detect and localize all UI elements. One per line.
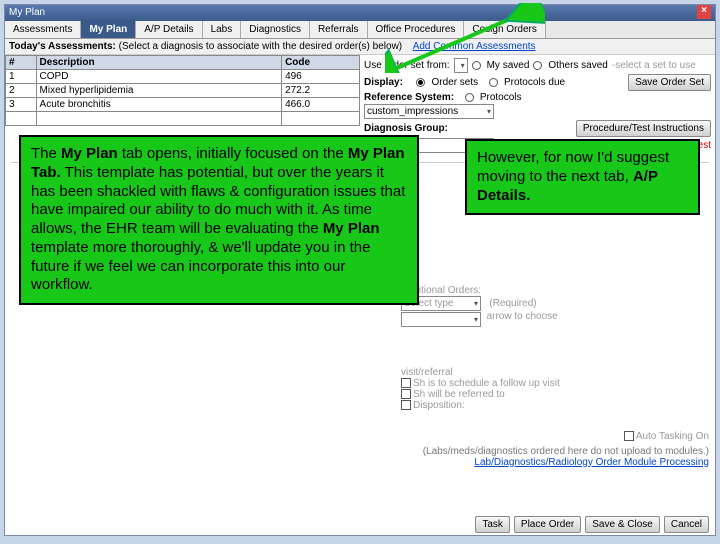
callout-main: The My Plan tab opens, initially focused… [19, 135, 419, 305]
referred-checkbox[interactable] [401, 389, 411, 399]
order-module-link[interactable]: Lab/Diagnostics/Radiology Order Module P… [474, 457, 709, 468]
procedure-instructions-button[interactable]: Procedure/Test Instructions [576, 120, 711, 137]
close-icon[interactable]: × [697, 5, 711, 19]
auto-task-checkbox[interactable] [624, 431, 634, 441]
orderset-row: Use order set from: ▾ My saved Others sa… [364, 58, 711, 73]
upload-note: (Labs/meds/diagnostics ordered here do n… [11, 446, 709, 457]
additional-orders-label: Additional Orders: [401, 285, 709, 296]
refsys-combo[interactable]: custom_impressions▾ [364, 104, 494, 119]
disposition-checkbox[interactable] [401, 400, 411, 410]
choose-combo[interactable]: ▾ [401, 312, 481, 327]
display-row: Display: Order sets Protocols due Save O… [364, 74, 711, 91]
radio-order-sets-label: Order sets [431, 77, 478, 88]
place-order-button[interactable]: Place Order [514, 516, 581, 533]
tab-office-procedures[interactable]: Office Procedures [368, 21, 465, 38]
window-title: My Plan [9, 5, 45, 21]
assessments-header: Today's Assessments: (Select a diagnosis… [5, 39, 715, 55]
save-close-button[interactable]: Save & Close [585, 516, 660, 533]
tab-assessments[interactable]: Assessments [5, 21, 81, 38]
radio-protocols[interactable] [465, 93, 474, 102]
refsys-row: Reference System: Protocols [364, 92, 711, 103]
radio-protocols-due[interactable] [489, 78, 498, 87]
radio-my-saved[interactable] [472, 61, 481, 70]
assessments-table: #DescriptionCode 1COPD4962Mixed hyperlip… [5, 55, 360, 126]
assessments-hint: (Select a diagnosis to associate with th… [119, 41, 402, 52]
select-set-hint: -select a set to use [612, 60, 696, 71]
bottom-button-bar: Task Place Order Save & Close Cancel [475, 516, 709, 533]
radio-protocols-label: Protocols [480, 92, 522, 103]
add-common-assessments-link[interactable]: Add Common Assessments [413, 41, 536, 52]
col-header: Code [282, 56, 360, 70]
table-row[interactable]: 3Acute bronchitis466.0 [6, 98, 360, 112]
followup-label: Sh is to schedule a follow up visit [413, 378, 560, 389]
orderset-combo[interactable]: ▾ [454, 58, 468, 73]
callout-aside: However, for now I'd suggest moving to t… [465, 139, 700, 215]
followup-checkbox[interactable] [401, 378, 411, 388]
orderset-label: Use order set from: [364, 60, 450, 71]
radio-my-saved-label: My saved [487, 60, 530, 71]
arrow-choose-label: arrow to choose [487, 311, 558, 322]
disposition-label: Disposition: [413, 400, 465, 411]
tab-my-plan[interactable]: My Plan [81, 21, 136, 38]
radio-others-saved-label: Others saved [548, 60, 607, 71]
chevron-down-icon: ▾ [461, 61, 465, 70]
radio-others-saved[interactable] [533, 61, 542, 70]
tab-cosign-orders[interactable]: Cosign Orders [464, 21, 545, 38]
chevron-down-icon: ▾ [487, 107, 491, 116]
col-header: # [6, 56, 37, 70]
tab-referrals[interactable]: Referrals [310, 21, 368, 38]
radio-protocols-due-label: Protocols due [504, 77, 565, 88]
cancel-button[interactable]: Cancel [664, 516, 709, 533]
col-header: Description [36, 56, 282, 70]
table-row[interactable]: 2Mixed hyperlipidemia272.2 [6, 84, 360, 98]
save-order-set-button[interactable]: Save Order Set [628, 74, 711, 91]
window: My Plan × AssessmentsMy PlanA/P DetailsL… [4, 4, 716, 536]
tab-a-p-details[interactable]: A/P Details [136, 21, 202, 38]
tab-strip: AssessmentsMy PlanA/P DetailsLabsDiagnos… [5, 21, 715, 39]
table-row[interactable]: 1COPD496 [6, 70, 360, 84]
required-label: (Required) [489, 298, 536, 309]
assessments-label: Today's Assessments: [9, 41, 116, 52]
table-row [6, 112, 360, 126]
tab-labs[interactable]: Labs [203, 21, 242, 38]
auto-task-label: Auto Tasking On [636, 431, 709, 442]
visit-referral-label: visit/referral [401, 367, 709, 378]
refsys-label: Reference System: [364, 92, 454, 103]
tab-diagnostics[interactable]: Diagnostics [241, 21, 310, 38]
dxgroup-label: Diagnosis Group: [364, 123, 448, 134]
display-label: Display: [364, 77, 403, 88]
task-button[interactable]: Task [475, 516, 510, 533]
radio-order-sets[interactable] [416, 78, 425, 87]
titlebar: My Plan × [5, 5, 715, 21]
referred-label: Sh will be referred to [413, 389, 505, 400]
